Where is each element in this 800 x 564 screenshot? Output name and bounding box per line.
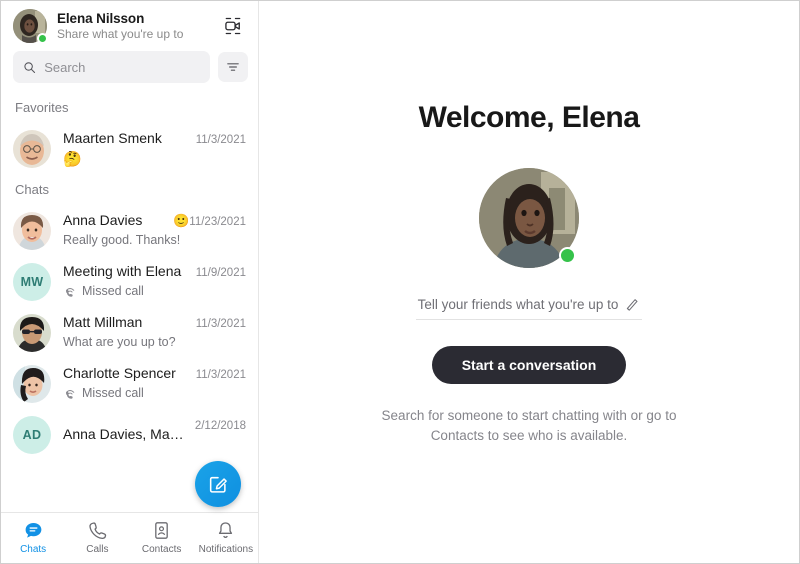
nav-item-notifications[interactable]: Notifications: [194, 520, 258, 556]
video-camera-icon: [225, 17, 241, 35]
list-item-name: Meeting with Elena: [63, 263, 182, 279]
list-item-body: Maarten Smenk 11/3/2021 🤔: [63, 129, 246, 169]
section-title-chats: Chats: [15, 182, 49, 197]
meeting-avatar: MW: [13, 263, 51, 301]
list-item[interactable]: Charlotte Spencer 11/3/2021 Missed call: [1, 358, 258, 409]
maarten-avatar: [13, 130, 51, 168]
list-item-preview-row: Missed call: [63, 283, 246, 300]
search-icon: [24, 61, 36, 73]
list-item-name: Maarten Smenk: [63, 130, 162, 146]
maarten-avatar-image: [13, 130, 51, 168]
charlotte-avatar: [13, 365, 51, 403]
missed-call-icon: [66, 287, 75, 297]
contacts-card-icon: [155, 522, 168, 539]
list-item-name-emoji: 🙂: [173, 213, 190, 228]
list-item-body: Charlotte Spencer 11/3/2021 Missed call: [63, 364, 246, 402]
list-item-top: Meeting with Elena 11/9/2021: [63, 262, 246, 283]
matt-avatar: [13, 314, 51, 352]
list-item-preview: 🤔: [63, 151, 82, 168]
profile-text-block: Elena Nilsson Share what you're up to: [57, 11, 218, 42]
presence-dot-online: [559, 247, 576, 264]
search-box[interactable]: [13, 51, 210, 83]
list-item-body: Anna Davies 🙂 11/23/2021 Really good. Th…: [63, 211, 246, 249]
list-item-date: 11/9/2021: [195, 267, 246, 279]
sidebar: Elena Nilsson Share what you're up to Se…: [1, 1, 259, 563]
nav-item-contacts[interactable]: Contacts: [130, 520, 194, 556]
search-row: [1, 47, 258, 93]
list-item[interactable]: Matt Millman 11/3/2021 What are you up t…: [1, 307, 258, 358]
page-title: Welcome, Elena: [418, 101, 640, 134]
list-item-preview: Really good. Thanks!: [63, 233, 181, 247]
list-item[interactable]: MW Meeting with Elena 11/9/2021 Missed c…: [1, 256, 258, 307]
charlotte-avatar-image: [13, 365, 51, 403]
group-avatar: AD: [13, 416, 51, 454]
filter-icon: [227, 63, 239, 71]
list-item-date: 11/3/2021: [195, 318, 246, 330]
list-item-top: Matt Millman 11/3/2021: [63, 313, 246, 334]
nav-item-calls[interactable]: Calls: [65, 520, 129, 556]
skype-app-window: Elena Nilsson Share what you're up to Se…: [0, 0, 800, 564]
section-title-favorites: Favorites: [15, 100, 69, 115]
list-item-name: Anna Davies: [63, 212, 143, 228]
compose-icon: [209, 476, 227, 493]
list-item-preview: Missed call: [82, 386, 144, 400]
start-conversation-button[interactable]: Start a conversation: [431, 346, 627, 384]
mood-placeholder: Tell your friends what you're up to: [417, 296, 619, 312]
phone-icon: [89, 522, 107, 540]
list-item-name: Matt Millman: [63, 314, 143, 330]
profile-status-text[interactable]: Share what you're up to: [57, 27, 218, 42]
list-item-top: Charlotte Spencer 11/3/2021: [63, 364, 246, 385]
compose-button[interactable]: [195, 461, 241, 507]
pencil-icon[interactable]: [624, 296, 640, 312]
helper-text: Search for someone to start chatting wit…: [374, 406, 684, 446]
nav-label-calls: Calls: [86, 544, 109, 555]
presence-dot-online: [37, 33, 48, 44]
profile-header: Elena Nilsson Share what you're up to: [1, 1, 258, 47]
list-item-preview: What are you up to?: [63, 335, 176, 349]
nav-item-chats[interactable]: Chats: [1, 520, 65, 556]
list-item-body: Anna Davies, Maarten... 2/12/2018: [63, 420, 246, 444]
profile-avatar[interactable]: [13, 9, 48, 44]
nav-label-chats: Chats: [20, 544, 47, 555]
list-item-body: Meeting with Elena 11/9/2021 Missed call: [63, 262, 246, 300]
list-item-top: Anna Davies 🙂 11/23/2021: [63, 211, 246, 232]
helper-line-1: Search for someone to start chatting wit…: [381, 408, 677, 423]
mood-input-row[interactable]: Tell your friends what you're up to: [416, 296, 642, 320]
list-item[interactable]: Anna Davies 🙂 11/23/2021 Really good. Th…: [1, 205, 258, 256]
search-input[interactable]: [44, 59, 200, 75]
list-item-top: Anna Davies, Maarten... 2/12/2018: [63, 420, 246, 444]
list-item[interactable]: AD Anna Davies, Maarten... 2/12/2018: [1, 409, 258, 460]
helper-line-2: Contacts to see who is available.: [430, 428, 628, 443]
nav-label-notifications: Notifications: [198, 544, 254, 555]
list-item-preview-row: Missed call: [63, 385, 246, 402]
list-item-name: Anna Davies, Maarten...: [63, 426, 187, 442]
meet-now-button[interactable]: [218, 11, 248, 41]
filter-button[interactable]: [218, 52, 248, 82]
chat-bubble-icon: [25, 522, 41, 538]
chat-list[interactable]: Favorites Maarten Smenk 11/3/2021 🤔 Chat…: [1, 93, 258, 512]
matt-avatar-image: [13, 314, 51, 352]
anna-avatar: [13, 212, 51, 250]
nav-label-contacts: Contacts: [141, 544, 182, 555]
list-item[interactable]: Maarten Smenk 11/3/2021 🤔: [1, 123, 258, 175]
list-item-date: 2/12/2018: [194, 420, 246, 432]
list-item-preview: Missed call: [82, 284, 144, 298]
anna-avatar-image: [13, 212, 51, 250]
bottom-navigation: Chats Calls Contacts Notifications: [1, 512, 258, 563]
profile-name: Elena Nilsson: [57, 10, 145, 26]
list-item-top: Maarten Smenk 11/3/2021: [63, 129, 246, 150]
list-item-date: 11/3/2021: [195, 369, 246, 381]
list-item-name: Charlotte Spencer: [63, 365, 176, 381]
main-panel: Welcome, Elena Tell your friends what yo…: [259, 1, 799, 563]
list-item-date: 11/3/2021: [195, 134, 246, 146]
list-item-body: Matt Millman 11/3/2021 What are you up t…: [63, 313, 246, 351]
missed-call-icon: [66, 389, 75, 399]
hero-avatar-wrap[interactable]: [479, 168, 579, 268]
list-item-date: 11/23/2021: [189, 216, 246, 228]
bell-icon: [219, 522, 233, 538]
